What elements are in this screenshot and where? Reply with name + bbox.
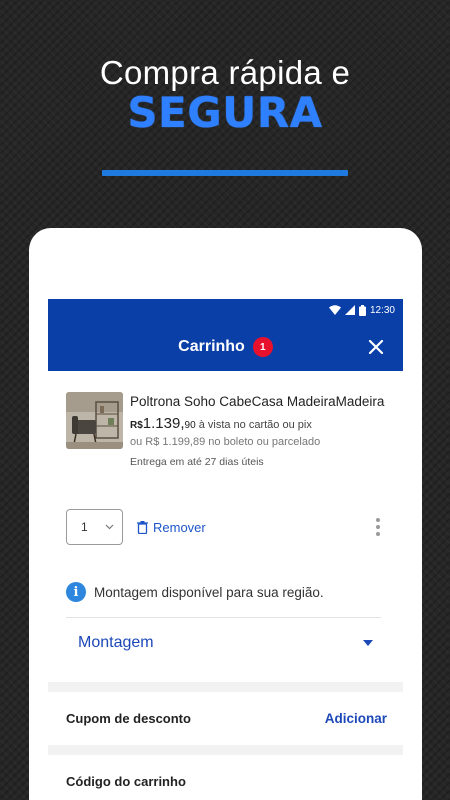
quantity-select[interactable]: 1 — [66, 509, 123, 545]
more-dot — [376, 518, 380, 522]
delivery-estimate: Entrega em até 27 dias úteis — [130, 456, 264, 468]
caret-down-icon — [363, 640, 373, 646]
more-dot — [376, 525, 380, 529]
section-separator — [48, 682, 403, 692]
wifi-icon — [328, 305, 341, 315]
close-button[interactable] — [365, 336, 387, 358]
status-bar: 12:30 — [48, 299, 403, 321]
coupon-label: Cupom de desconto — [66, 710, 191, 726]
remove-label: Remover — [153, 519, 206, 535]
assembly-notice: i Montagem disponível para sua região. — [66, 582, 385, 602]
page-title: Carrinho — [178, 338, 245, 355]
cart-code-label: Código do carrinho — [66, 773, 186, 789]
assembly-dropdown-label: Montagem — [78, 634, 154, 651]
add-coupon-button[interactable]: Adicionar — [325, 711, 387, 726]
coupon-row: Cupom de desconto Adicionar — [66, 705, 387, 731]
promo-headline: Compra rápida e — [99, 54, 351, 91]
price-line: R$1.139,90 à vista no cartão ou pix — [130, 416, 393, 434]
app-bar: 12:30 Carrinho 1 — [48, 299, 403, 371]
promo-highlight: SEGURA — [127, 88, 323, 137]
more-dot — [376, 532, 380, 536]
divider — [66, 617, 381, 618]
cart-count-badge: 1 — [252, 337, 273, 357]
quantity-row: 1 Remover — [66, 509, 385, 545]
price-cents: 90 — [184, 420, 196, 431]
battery-icon — [358, 304, 366, 316]
remove-button[interactable]: Remover — [137, 520, 206, 535]
product-name[interactable]: Poltrona Soho CabeCasa MadeiraMadeira — [130, 392, 393, 411]
alt-price: ou R$ 1.199,89 no boleto ou parcelado — [130, 436, 321, 448]
status-time: 12:30 — [369, 304, 395, 316]
app-screen: 12:30 Carrinho 1 Poltrona Soho CabeCasa … — [48, 299, 403, 800]
price-main: 1.139, — [142, 415, 185, 432]
section-separator — [48, 745, 403, 755]
more-options-button[interactable] — [371, 515, 385, 539]
cart-code-row[interactable]: Código do carrinho — [66, 768, 387, 794]
close-icon — [368, 339, 384, 355]
quantity-value: 1 — [81, 520, 88, 534]
assembly-notice-text: Montagem disponível para sua região. — [94, 584, 324, 600]
price-note: à vista no cartão ou pix — [198, 419, 312, 431]
trash-icon — [137, 520, 148, 534]
assembly-dropdown[interactable]: Montagem — [78, 629, 373, 657]
signal-icon — [344, 305, 355, 315]
promo-underline — [102, 170, 348, 176]
chevron-down-icon — [105, 524, 114, 530]
toolbar: Carrinho 1 — [48, 333, 403, 361]
product-image[interactable] — [66, 392, 123, 449]
price-currency: R$ — [130, 420, 143, 431]
product-info: Poltrona Soho CabeCasa MadeiraMadeira R$… — [130, 392, 393, 468]
info-icon: i — [66, 582, 86, 602]
